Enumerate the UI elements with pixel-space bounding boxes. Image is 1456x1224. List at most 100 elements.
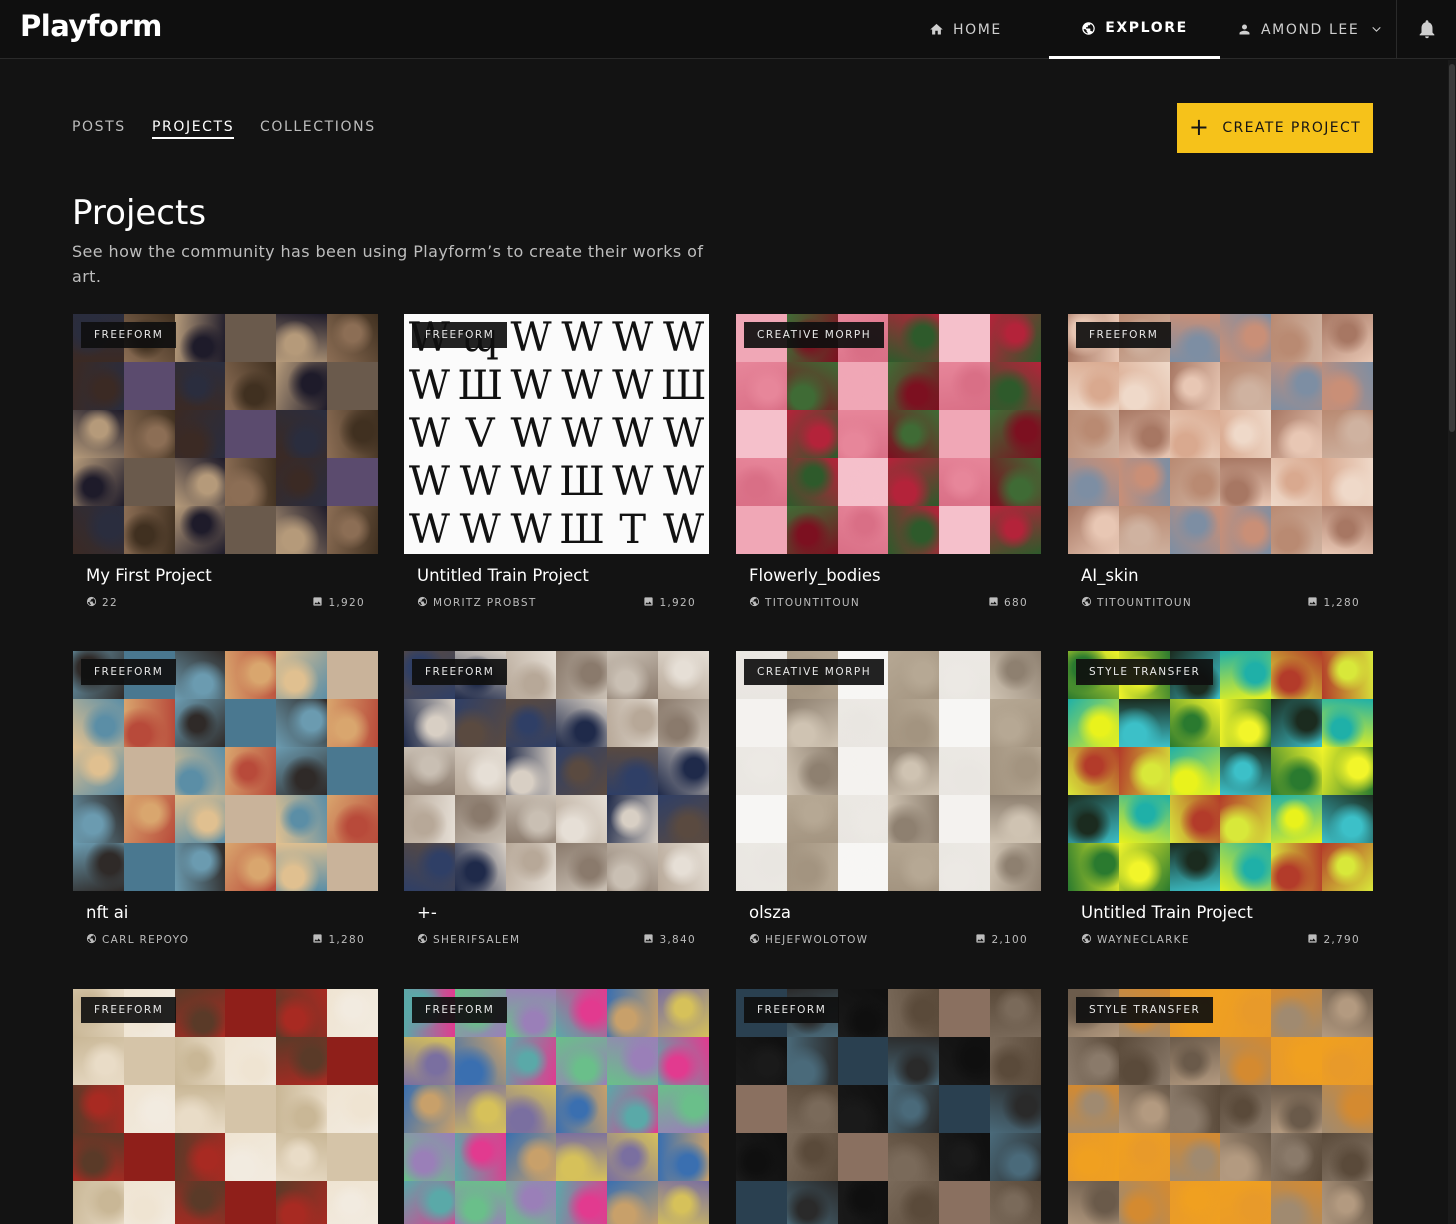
user-name: AMOND LEE: [1261, 21, 1360, 38]
thumbnail-tile: [225, 1181, 277, 1224]
project-thumbnail[interactable]: WɰWWWWWШWWWШWVWWWWWWWШWWWWWШTWFREEFORM: [404, 314, 709, 554]
project-title[interactable]: +-: [404, 903, 709, 925]
project-card[interactable]: FREEFORM My First Project 22 1,920: [73, 314, 378, 610]
project-author[interactable]: HEJEFWOLOTOW: [749, 933, 868, 947]
thumbnail-tile: [73, 747, 124, 795]
project-title[interactable]: AI_skin: [1068, 566, 1373, 588]
project-title[interactable]: nft ai: [73, 903, 378, 925]
project-card[interactable]: STYLE TRANSFER: [1068, 989, 1373, 1224]
thumbnail-tile: [174, 1181, 226, 1224]
thumbnail-tile: [454, 1085, 506, 1133]
tab-posts[interactable]: POSTS: [72, 119, 126, 135]
thumbnail-tile: [1169, 1085, 1221, 1133]
project-card[interactable]: FREEFORM: [73, 989, 378, 1224]
thumbnail-tile: [888, 362, 940, 410]
project-thumbnail[interactable]: FREEFORM: [73, 651, 378, 891]
thumbnail-tile: [276, 795, 328, 843]
thumbnail-tile: [174, 362, 226, 410]
project-card[interactable]: FREEFORM: [736, 989, 1041, 1224]
thumbnail-tile: [174, 1085, 226, 1133]
project-author[interactable]: CARL REPOYO: [86, 933, 189, 947]
project-author[interactable]: SHERIFSALEM: [417, 933, 520, 947]
thumbnail-tile: [404, 795, 455, 843]
thumbnail-tile: W: [658, 506, 709, 554]
thumbnail-tile: W: [505, 410, 557, 458]
project-thumbnail[interactable]: FREEFORM: [73, 314, 378, 554]
thumbnail-tile: [1118, 458, 1170, 506]
project-title[interactable]: Untitled Train Project: [404, 566, 709, 588]
globe-icon: [417, 933, 428, 947]
navbar-divider: [1396, 0, 1397, 59]
thumbnail-tile: [327, 1181, 378, 1224]
thumbnail-tile: [454, 1037, 506, 1085]
thumbnail-tile: [327, 1037, 378, 1085]
project-meta: HEJEFWOLOTOW 2,100: [736, 933, 1041, 947]
project-title[interactable]: Flowerly_bodies: [736, 566, 1041, 588]
project-thumbnail[interactable]: FREEFORM: [404, 651, 709, 891]
project-author[interactable]: MORITZ PROBST: [417, 596, 537, 610]
project-title[interactable]: olsza: [736, 903, 1041, 925]
thumbnail-tile: [174, 314, 226, 362]
thumbnail-tile: [1068, 747, 1119, 795]
thumbnail-tile: [404, 1133, 455, 1181]
thumbnail-tile: [786, 1037, 838, 1085]
project-thumbnail[interactable]: STYLE TRANSFER: [1068, 989, 1373, 1224]
create-project-button[interactable]: + CREATE PROJECT: [1177, 103, 1373, 153]
thumbnail-tile: [1220, 1037, 1272, 1085]
project-thumbnail[interactable]: FREEFORM: [404, 989, 709, 1224]
project-author[interactable]: 22: [86, 596, 118, 610]
nav-home[interactable]: HOME: [929, 0, 1002, 59]
thumbnail-tile: [1118, 747, 1170, 795]
image-icon: [312, 596, 323, 610]
thumbnail-tile: [1068, 410, 1119, 458]
nav-explore-label: EXPLORE: [1105, 20, 1188, 36]
nav-explore[interactable]: EXPLORE: [1049, 0, 1220, 59]
project-card[interactable]: CREATIVE MORPH Flowerly_bodies TITOUNTITOU…: [736, 314, 1041, 610]
image-icon: [1307, 596, 1318, 610]
project-title[interactable]: My First Project: [73, 566, 378, 588]
project-thumbnail[interactable]: STYLE TRANSFER: [1068, 651, 1373, 891]
thumbnail-tile: [556, 1085, 608, 1133]
project-card[interactable]: FREEFORM: [404, 989, 709, 1224]
thumbnail-tile: [505, 747, 557, 795]
thumbnail-tile: W: [505, 314, 557, 362]
thumbnail-tile: [1271, 843, 1323, 891]
project-card[interactable]: STYLE TRANSFER Untitled Train Project WAYN…: [1068, 651, 1373, 947]
thumbnail-tile: [1322, 1181, 1373, 1224]
project-image-count: 1,920: [312, 596, 365, 610]
thumbnail-tile: [990, 989, 1041, 1037]
project-thumbnail[interactable]: CREATIVE MORPH: [736, 314, 1041, 554]
thumbnail-tile: [454, 795, 506, 843]
playform-logo[interactable]: Playform: [20, 9, 162, 43]
thumbnail-tile: [837, 699, 889, 747]
tab-collections[interactable]: COLLECTIONS: [260, 119, 376, 135]
thumbnail-tile: [1169, 1037, 1221, 1085]
project-thumbnail[interactable]: FREEFORM: [736, 989, 1041, 1224]
scrollbar-thumb[interactable]: [1449, 64, 1455, 432]
user-menu[interactable]: AMOND LEE: [1237, 0, 1383, 59]
project-thumbnail[interactable]: FREEFORM: [73, 989, 378, 1224]
project-image-count: 2,790: [1307, 933, 1360, 947]
project-count-value: 3,840: [659, 934, 696, 946]
thumbnail-tile: [736, 1085, 787, 1133]
thumbnail-tile: [73, 1085, 124, 1133]
project-author-name: CARL REPOYO: [102, 934, 190, 946]
project-card[interactable]: FREEFORM +- SHERIFSALEM 3,840: [404, 651, 709, 947]
thumbnail-tile: [1322, 1133, 1373, 1181]
thumbnail-tile: [786, 795, 838, 843]
tab-projects[interactable]: PROJECTS: [152, 119, 235, 139]
project-author[interactable]: TITOUNTITOUN: [749, 596, 860, 610]
thumbnail-tile: [658, 1181, 709, 1224]
project-card[interactable]: FREEFORM nft ai CARL REPOYO 1,280: [73, 651, 378, 947]
project-author[interactable]: TITOUNTITOUN: [1081, 596, 1192, 610]
project-thumbnail[interactable]: FREEFORM: [1068, 314, 1373, 554]
project-card[interactable]: CREATIVE MORPH olsza HEJEFWOLOTOW 2,100: [736, 651, 1041, 947]
thumbnail-tile: [837, 1085, 889, 1133]
project-author[interactable]: WAYNECLARKE: [1081, 933, 1190, 947]
notifications-button[interactable]: [1416, 18, 1438, 40]
project-card[interactable]: FREEFORM AI_skin TITOUNTITOUN 1,280: [1068, 314, 1373, 610]
thumbnail-tile: [327, 795, 378, 843]
project-thumbnail[interactable]: CREATIVE MORPH: [736, 651, 1041, 891]
project-card[interactable]: WɰWWWWWШWWWШWVWWWWWWWШWWWWWШTWFREEFORM Un…: [404, 314, 709, 610]
project-title[interactable]: Untitled Train Project: [1068, 903, 1373, 925]
